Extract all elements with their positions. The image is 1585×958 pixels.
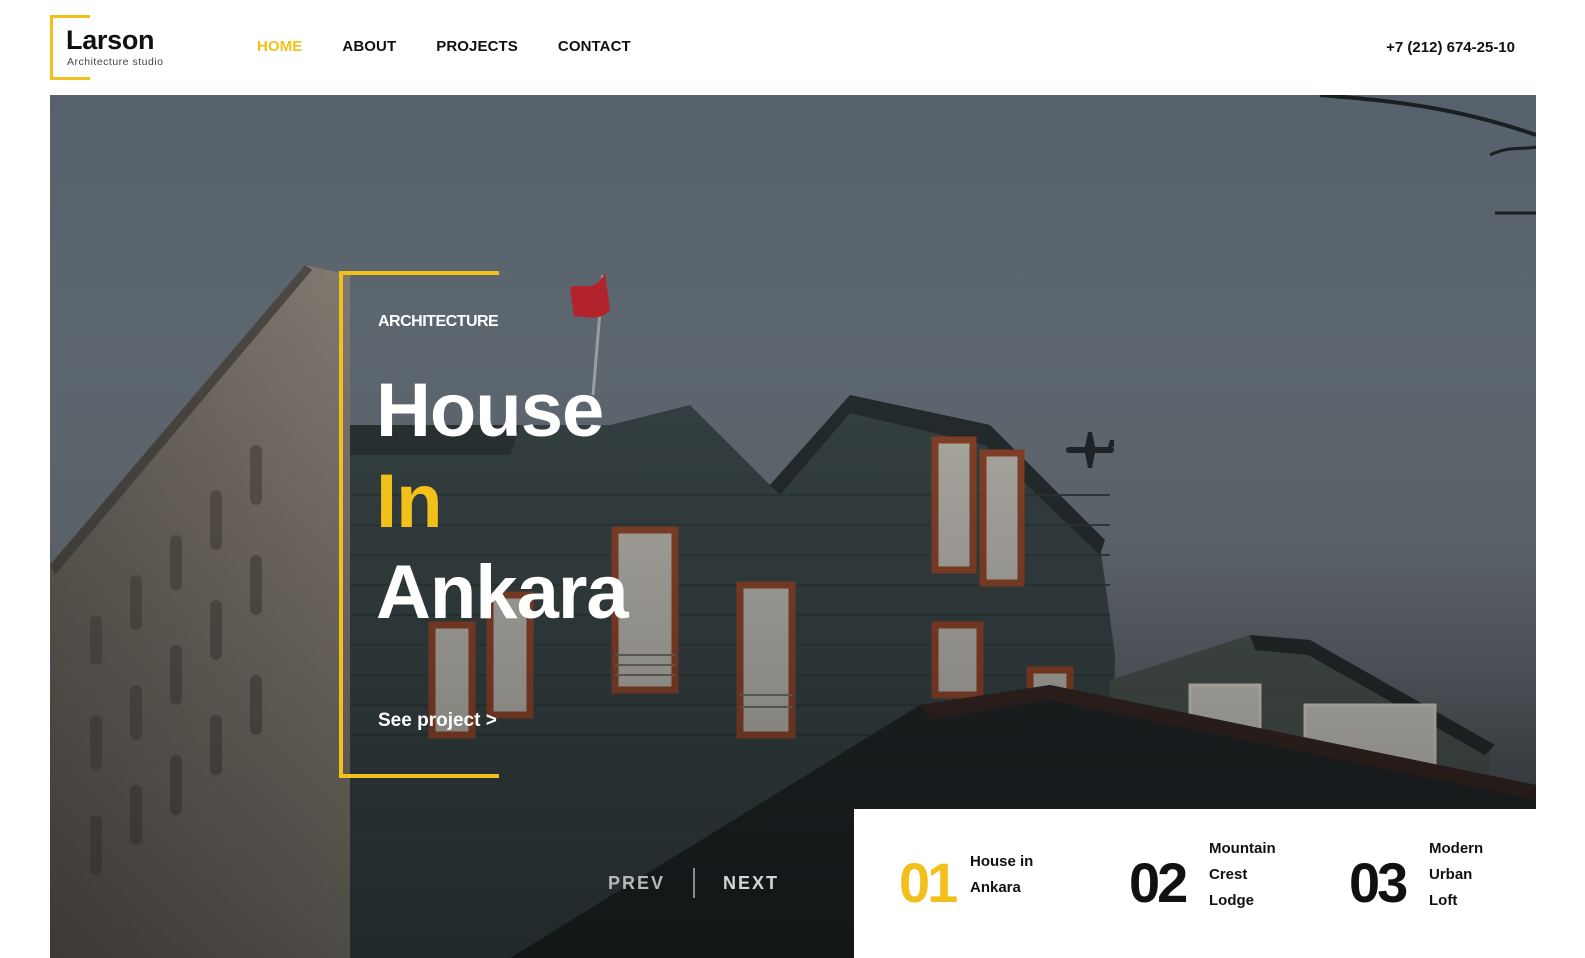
nav-item-projects[interactable]: PROJECTS	[436, 38, 518, 55]
project-title-line: Ankara	[970, 879, 1021, 896]
project-item-01[interactable]: 01 House in Ankara	[899, 809, 1099, 958]
prev-button[interactable]: PREV	[608, 873, 665, 894]
hero-title-line-1: House	[376, 368, 604, 453]
nav-item-contact[interactable]: CONTACT	[558, 38, 631, 55]
logo-tagline: Architecture studio	[67, 56, 164, 68]
project-title-line: Urban	[1429, 866, 1473, 883]
project-title-line: House in	[970, 853, 1034, 870]
projects-panel: 01 House in Ankara 02 Mountain Crest Lod…	[854, 809, 1536, 958]
project-item-03[interactable]: 03 Modern Urban Loft	[1349, 809, 1529, 958]
logo-name: Larson	[66, 25, 155, 55]
phone-number[interactable]: +7 (212) 674-25-10	[1386, 39, 1515, 56]
next-button[interactable]: NEXT	[723, 873, 779, 894]
project-item-02[interactable]: 02 Mountain Crest Lodge	[1129, 809, 1329, 958]
project-title: House in Ankara	[970, 849, 1033, 901]
logo[interactable]: Larson Architecture studio	[50, 15, 190, 80]
project-number: 02	[1129, 851, 1188, 914]
hero-title-line-2: In	[376, 459, 443, 544]
nav-item-about[interactable]: ABOUT	[342, 38, 396, 55]
hero-category: ARCHITECTURE	[378, 313, 499, 330]
project-number: 01	[899, 851, 958, 914]
pager-divider	[693, 868, 696, 898]
project-title-line: Lodge	[1209, 892, 1254, 909]
project-title: Modern Urban Loft	[1429, 836, 1483, 914]
nav-item-home[interactable]: HOME	[257, 38, 302, 55]
hero-title: House In Ankara	[376, 365, 629, 638]
project-number: 03	[1349, 851, 1408, 914]
site-header: Larson Architecture studio HOME ABOUT PR…	[0, 0, 1585, 95]
project-title-line: Mountain	[1209, 840, 1276, 857]
slider-pager: PREV NEXT	[608, 868, 779, 898]
see-project-link[interactable]: See project >	[378, 710, 497, 732]
project-title-line: Loft	[1429, 892, 1458, 909]
project-title: Mountain Crest Lodge	[1209, 836, 1276, 914]
project-title-line: Crest	[1209, 866, 1248, 883]
project-title-line: Modern	[1429, 840, 1484, 857]
main-nav: HOME ABOUT PROJECTS CONTACT	[257, 38, 671, 55]
hero-title-line-3: Ankara	[376, 550, 629, 635]
